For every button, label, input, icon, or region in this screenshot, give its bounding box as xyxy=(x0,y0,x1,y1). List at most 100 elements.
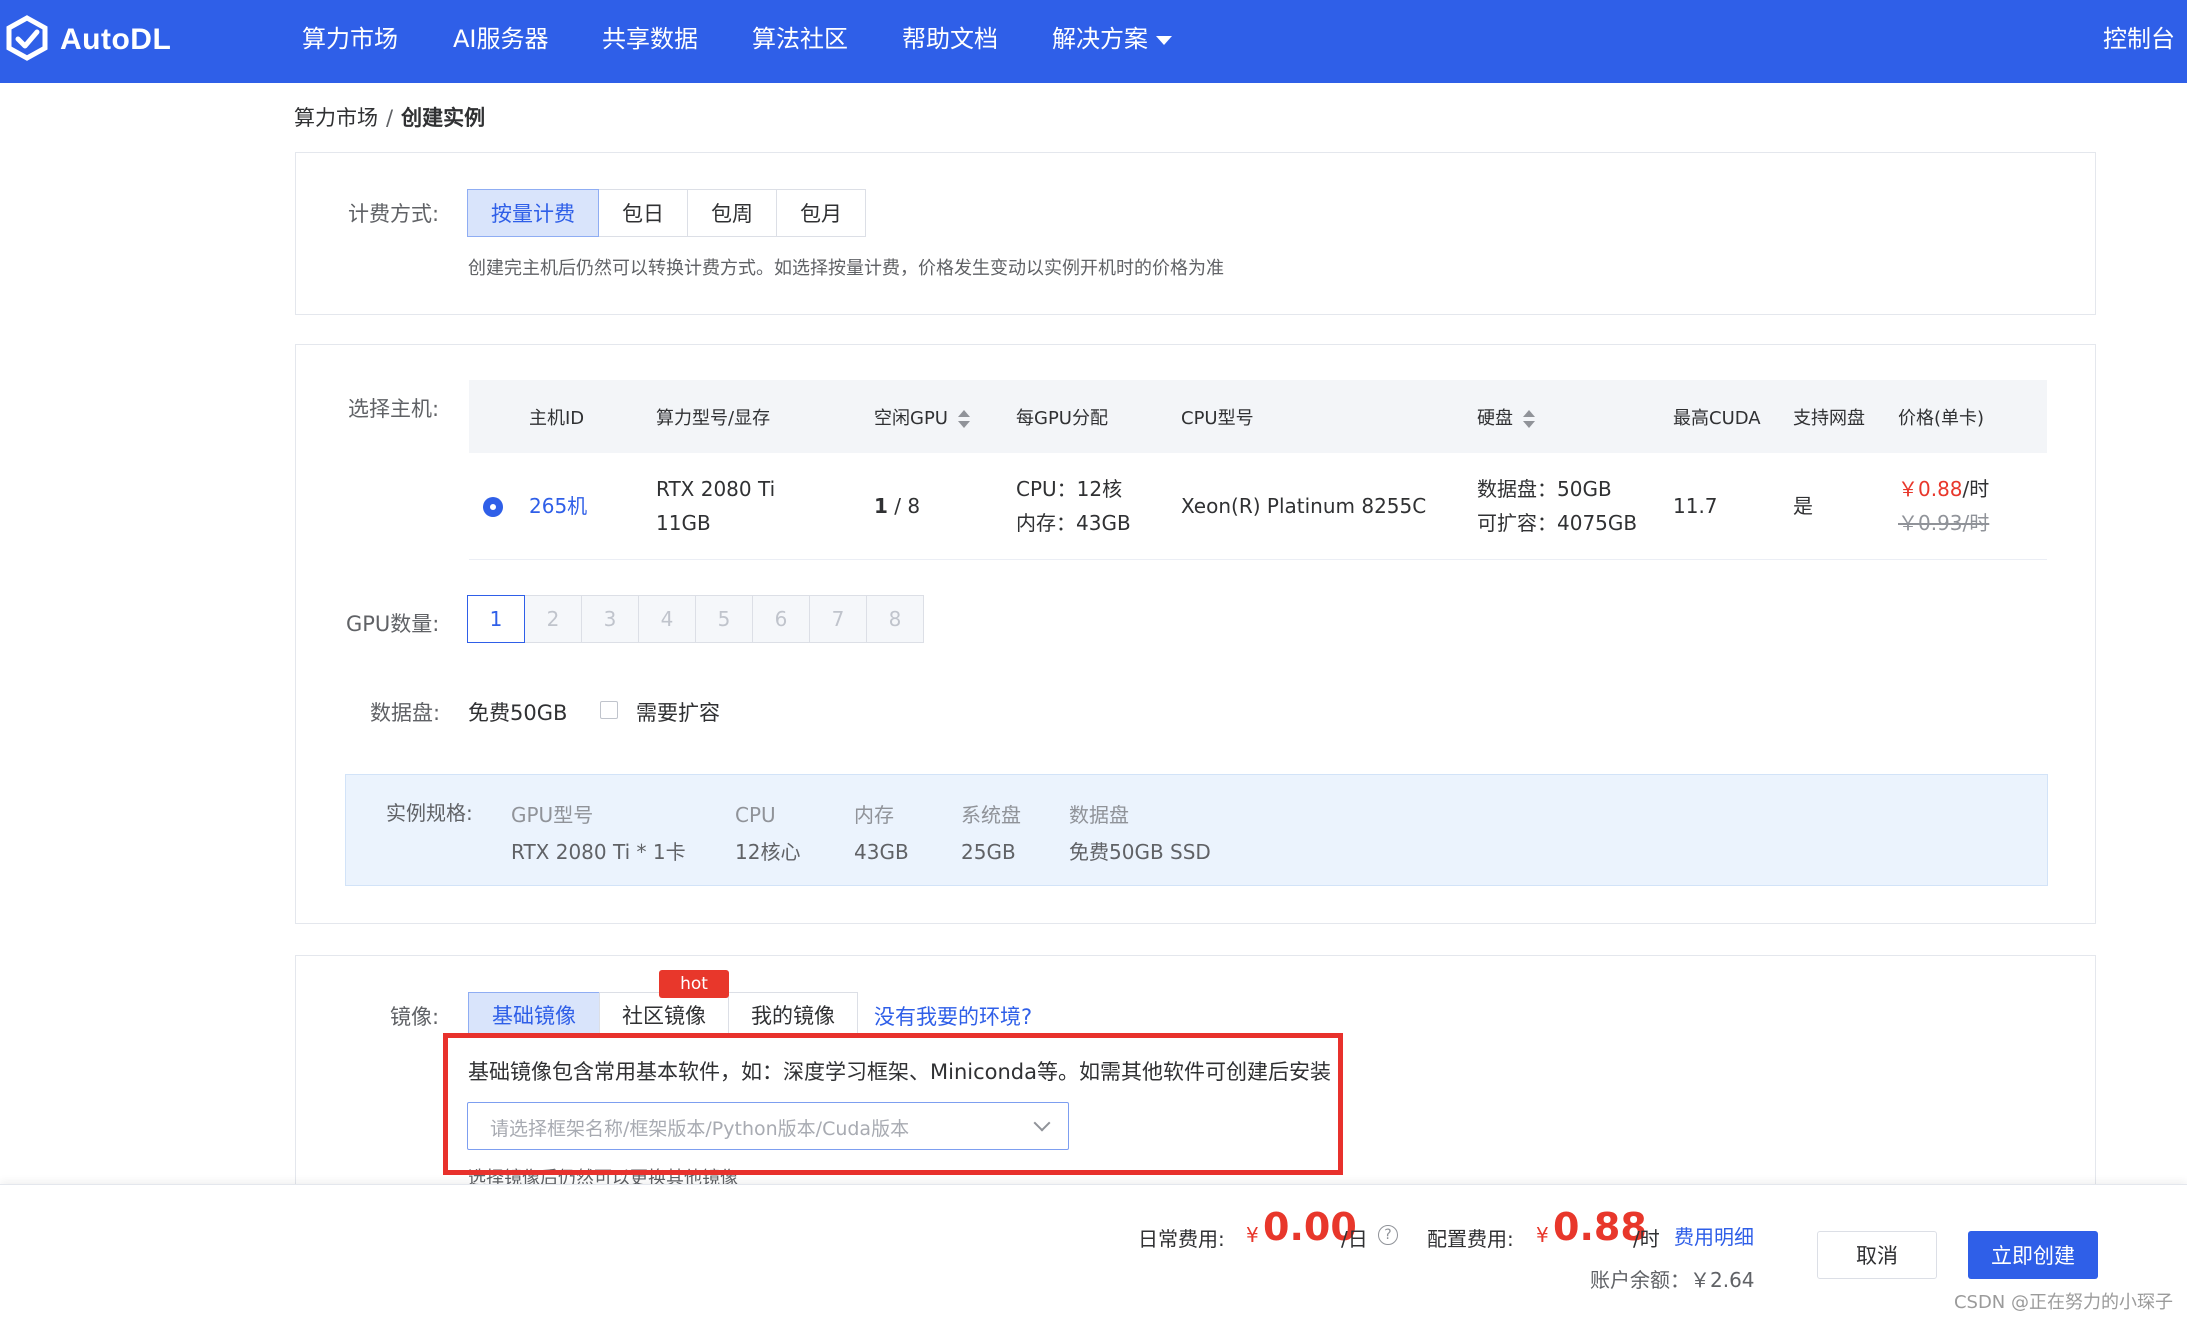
no-env-link[interactable]: 没有我要的环境? xyxy=(874,1001,1032,1031)
bottom-action-bar: 日常费用: ¥ 0.00 /日 ? 配置费用: ¥ 0.88 /时 费用明细 账… xyxy=(0,1184,2187,1321)
billing-option-daily[interactable]: 包日 xyxy=(598,189,688,237)
spec-label: 实例规格: xyxy=(386,801,473,825)
nav-item-help-docs[interactable]: 帮助文档 xyxy=(902,22,998,56)
disk-expandable: 可扩容：4075GB xyxy=(1477,511,1638,535)
gpu-count-1[interactable]: 1 xyxy=(467,595,525,643)
gpu-count-selector: 1 2 3 4 5 6 7 8 xyxy=(467,595,924,643)
netdisk-support: 是 xyxy=(1793,494,1813,518)
csdn-watermark: CSDN @正在努力的小琛子 xyxy=(1953,1292,2173,1313)
spec-gpu-value: RTX 2080 Ti * 1卡 xyxy=(511,840,686,864)
config-fee-unit: /时 xyxy=(1633,1227,1660,1251)
col-netdisk: 支持网盘 xyxy=(1793,408,1865,429)
breadcrumb: 算力市场 / 创建实例 xyxy=(294,102,485,134)
highlight-annotation-box xyxy=(443,1033,1343,1175)
col-host-id: 主机ID xyxy=(529,408,585,429)
nav-item-shared-data[interactable]: 共享数据 xyxy=(602,22,698,56)
spec-cpu-value: 12核心 xyxy=(735,840,801,864)
col-price: 价格(单卡) xyxy=(1898,408,1985,429)
breadcrumb-current: 创建实例 xyxy=(401,106,486,130)
fee-detail-link[interactable]: 费用明细 xyxy=(1674,1221,1754,1250)
cpu-model: Xeon(R) Platinum 8255C xyxy=(1181,494,1427,518)
disk-size: 数据盘：50GB xyxy=(1477,477,1612,501)
top-nav-bar: AutoDL 算力市场 AI服务器 共享数据 算法社区 帮助文档 解决方案 控制… xyxy=(0,0,2187,83)
gpu-count-6: 6 xyxy=(752,595,810,643)
col-gpu-model: 算力型号/显存 xyxy=(656,408,771,429)
free-gpu: 1 / 8 xyxy=(874,490,920,523)
logo[interactable]: AutoDL xyxy=(4,15,172,64)
host-radio-selected[interactable] xyxy=(483,497,503,517)
logo-text: AutoDL xyxy=(60,23,172,56)
spec-sysdisk: 系统盘 25GB xyxy=(961,797,1021,871)
spec-datadisk: 数据盘 免费50GB SSD xyxy=(1069,797,1211,871)
caret-down-icon xyxy=(1156,35,1172,45)
daily-fee-label: 日常费用: xyxy=(1138,1227,1225,1251)
gpu-model: RTX 2080 Ti xyxy=(656,477,776,501)
sort-icon[interactable] xyxy=(1523,410,1535,428)
create-now-button[interactable]: 立即创建 xyxy=(1968,1231,2098,1279)
col-cpu-model: CPU型号 xyxy=(1181,408,1254,429)
config-fee-label: 配置费用: xyxy=(1427,1227,1514,1251)
billing-option-pay-as-you-go[interactable]: 按量计费 xyxy=(467,189,599,237)
config-fee-yen: ¥ xyxy=(1536,1223,1549,1247)
billing-option-monthly[interactable]: 包月 xyxy=(776,189,866,237)
billing-panel: 计费方式: 按量计费 包日 包周 包月 创建完主机后仍然可以转换计费方式。如选择… xyxy=(295,152,2096,315)
host-table-header: 主机ID 算力型号/显存 空闲GPU 每GPU分配 CPU型号 硬盘 最高CUD… xyxy=(469,380,2047,453)
breadcrumb-compute-market[interactable]: 算力市场 xyxy=(294,106,378,130)
spec-datadisk-value: 免费50GB SSD xyxy=(1069,840,1211,864)
billing-option-weekly[interactable]: 包周 xyxy=(687,189,777,237)
col-free-gpu-label: 空闲GPU xyxy=(874,408,948,429)
spec-cpu-key: CPU xyxy=(735,803,776,827)
billing-hint: 创建完主机后仍然可以转换计费方式。如选择按量计费，价格发生变动以实例开机时的价格… xyxy=(468,258,1224,279)
tab-my-image[interactable]: 我的镜像 xyxy=(728,992,858,1037)
spec-sysdisk-value: 25GB xyxy=(961,840,1016,864)
col-disk-label: 硬盘 xyxy=(1477,408,1513,429)
daily-fee-yen: ¥ xyxy=(1246,1223,1259,1247)
spec-mem: 内存 43GB xyxy=(854,797,909,871)
host-panel: 选择主机: 主机ID 算力型号/显存 空闲GPU 每GPU分配 CPU型号 硬盘… xyxy=(295,344,2096,924)
gpu-count-3: 3 xyxy=(581,595,639,643)
tab-community-image[interactable]: 社区镜像 xyxy=(599,992,729,1037)
col-free-gpu[interactable]: 空闲GPU xyxy=(874,404,970,430)
help-question-icon[interactable]: ? xyxy=(1378,1225,1398,1245)
hot-badge: hot xyxy=(659,970,729,998)
max-cuda: 11.7 xyxy=(1673,494,1718,518)
nav-item-ai-server[interactable]: AI服务器 xyxy=(453,22,549,56)
nav-item-console[interactable]: 控制台 xyxy=(2103,22,2175,56)
gpu-count-7: 7 xyxy=(809,595,867,643)
mem-alloc: 内存：43GB xyxy=(1016,511,1131,535)
nav-item-solutions[interactable]: 解决方案 xyxy=(1052,22,1172,56)
data-disk-free: 免费50GB xyxy=(468,701,568,725)
spec-datadisk-key: 数据盘 xyxy=(1069,803,1129,827)
nav-item-algorithm-community[interactable]: 算法社区 xyxy=(752,22,848,56)
billing-label: 计费方式: xyxy=(348,202,440,226)
price: ￥0.88/时 xyxy=(1898,473,1989,506)
tab-base-image[interactable]: 基础镜像 xyxy=(468,992,600,1037)
account-balance: 账户余额：￥2.64 xyxy=(1590,1268,1755,1292)
billing-options: 按量计费 包日 包周 包月 xyxy=(467,189,866,237)
price-value: ￥0.88 xyxy=(1898,477,1963,501)
breadcrumb-separator: / xyxy=(386,106,394,130)
gpu-count-label: GPU数量: xyxy=(346,612,440,636)
cancel-button[interactable]: 取消 xyxy=(1817,1231,1937,1279)
spec-cpu: CPU 12核心 xyxy=(735,797,800,871)
free-gpu-count: 1 xyxy=(874,494,888,518)
table-row[interactable]: 265机 RTX 2080 Ti 11GB 1 / 8 CPU：12核 内存：4… xyxy=(469,453,2047,560)
old-price: ￥0.93/时 xyxy=(1898,511,1990,535)
spec-mem-key: 内存 xyxy=(854,803,894,827)
data-disk-label: 数据盘: xyxy=(370,701,441,725)
host-id-link[interactable]: 265机 xyxy=(529,490,587,523)
spec-sysdisk-key: 系统盘 xyxy=(961,803,1021,827)
daily-fee-unit: /日 xyxy=(1341,1227,1368,1251)
expand-disk-label[interactable]: 需要扩容 xyxy=(636,697,720,727)
expand-disk-checkbox[interactable] xyxy=(600,701,618,719)
image-label: 镜像: xyxy=(390,1005,440,1029)
gpu-count-2: 2 xyxy=(524,595,582,643)
sort-icon[interactable] xyxy=(957,410,970,428)
col-per-gpu: 每GPU分配 xyxy=(1016,408,1108,429)
col-max-cuda: 最高CUDA xyxy=(1673,408,1761,429)
col-disk[interactable]: 硬盘 xyxy=(1477,404,1535,430)
nav-solutions-label: 解决方案 xyxy=(1052,25,1148,53)
nav-item-compute-market[interactable]: 算力市场 xyxy=(302,22,398,56)
price-unit: /时 xyxy=(1962,477,1990,501)
instance-spec-box: 实例规格: GPU型号 RTX 2080 Ti * 1卡 CPU 12核心 内存… xyxy=(345,774,2048,886)
